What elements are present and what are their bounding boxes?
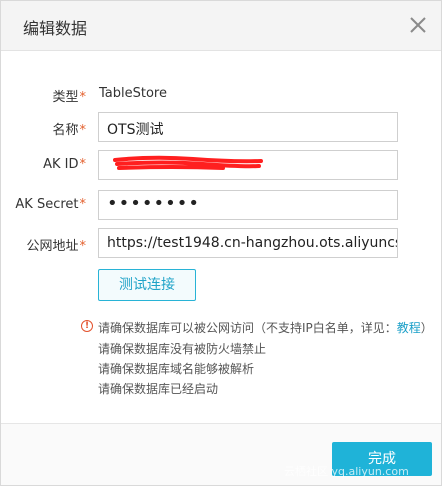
close-button[interactable] [407,14,429,36]
aksecret-input[interactable]: •••••••• [98,190,398,220]
required-mark: * [79,197,87,212]
type-label: 类型* [52,90,87,105]
required-mark: * [79,157,87,172]
endpoint-input[interactable]: https://test1948.cn-hangzhou.ots.aliyunc… [98,228,398,258]
warning-circle-icon: ! [81,320,93,332]
name-row: 名称* OTS测试 [1,112,441,144]
akid-label: AK ID* [43,157,86,172]
name-label: 名称* [52,123,87,138]
aksecret-label: AK Secret* [15,197,86,212]
watermark: 云栖社区 yq.aliyun.com [284,465,409,478]
endpoint-label: 公网地址* [26,239,87,254]
required-mark: * [79,123,87,138]
endpoint-input-value: https://test1948.cn-hangzhou.ots.aliyunc… [107,235,397,251]
note-line-4: 请确保数据库已经启动 [98,382,219,396]
akid-input[interactable] [98,150,398,180]
dialog-title: 编辑数据 [23,19,88,38]
required-mark: * [79,239,87,254]
name-input[interactable]: OTS测试 [98,112,398,142]
close-icon [410,17,426,33]
test-connection-button[interactable]: 测试连接 [98,269,196,301]
name-input-value: OTS测试 [107,122,164,138]
aksecret-input-value: •••••••• [107,193,200,214]
redaction-scribble [113,155,263,170]
edit-data-dialog: 编辑数据 类型* TableStore 名称* OTS测试 AK ID* AK … [0,0,442,486]
dialog-header: 编辑数据 [1,1,441,51]
note-line-2: 请确保数据库没有被防火墙禁止 [98,342,267,356]
tutorial-link[interactable]: 教程 [397,321,421,335]
akid-row: AK ID* [1,150,441,182]
aksecret-row: AK Secret* •••••••• [1,190,441,222]
note-line-3: 请确保数据库域名能够被解析 [98,362,255,376]
type-row: 类型* TableStore [1,79,441,111]
required-mark: * [79,90,87,105]
note-line-1: 请确保数据库可以被公网访问（不支持IP白名单，详见：教程） [98,321,433,335]
type-value: TableStore [99,86,167,101]
endpoint-row: 公网地址* https://test1948.cn-hangzhou.ots.a… [1,228,441,260]
